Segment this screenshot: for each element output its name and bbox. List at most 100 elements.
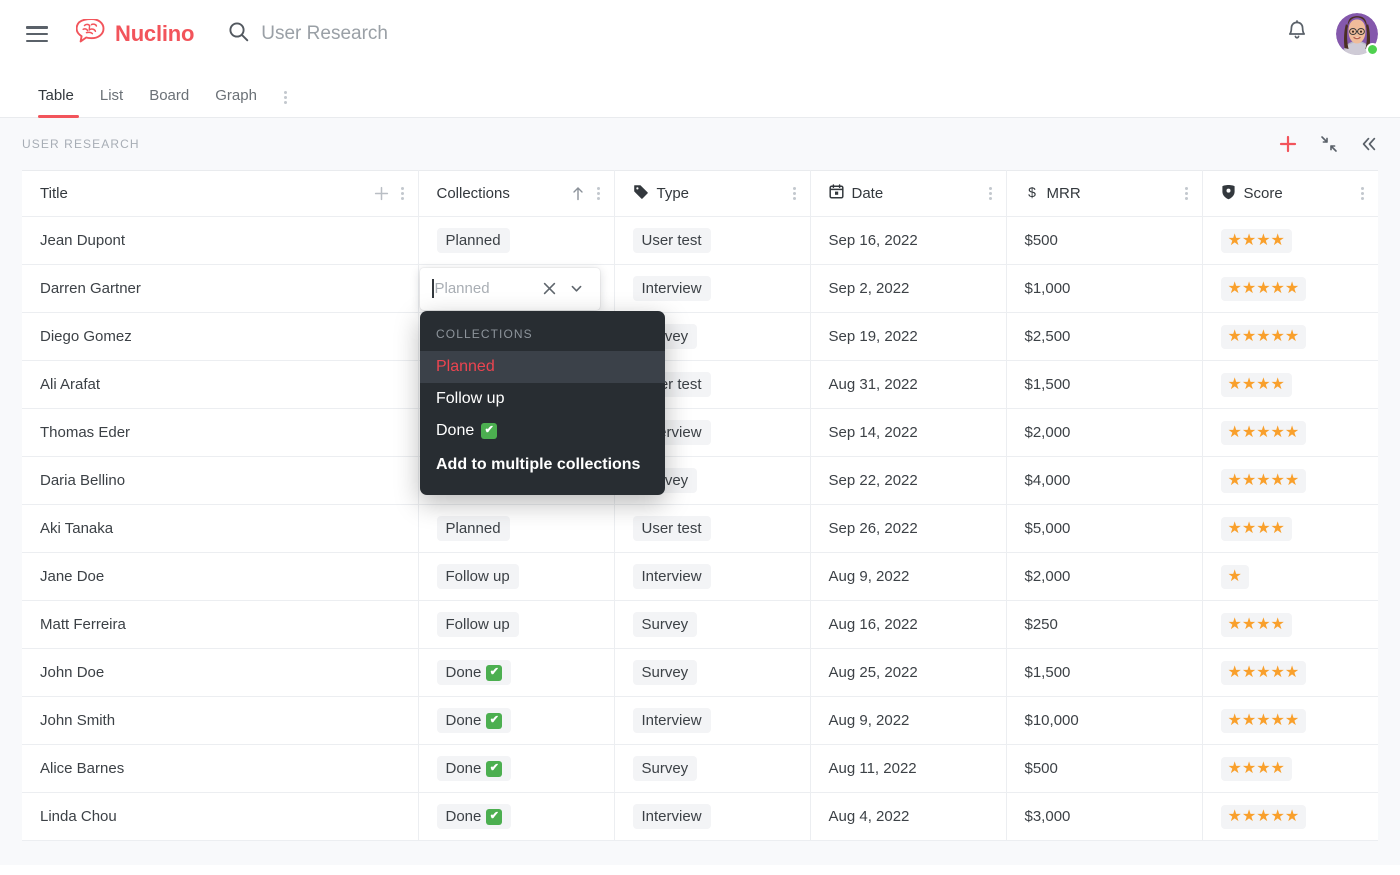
score-stars[interactable]: ★ ★ ★ ★ xyxy=(1220,756,1292,781)
cell-mrr[interactable]: $500 xyxy=(1006,744,1203,793)
cell-collection[interactable]: Done ✔ xyxy=(418,696,615,745)
cell-title[interactable]: Jane Doe xyxy=(22,552,419,601)
cell-score[interactable]: ★ ★ ★ ★ ★ xyxy=(1202,792,1378,841)
dropdown-item[interactable]: Follow up xyxy=(420,383,665,415)
cell-mrr[interactable]: $2,000 xyxy=(1006,552,1203,601)
cell-date[interactable]: Sep 22, 2022 xyxy=(810,456,1007,505)
cell-collection[interactable]: Follow up xyxy=(418,552,615,601)
collection-chip[interactable]: Planned xyxy=(436,228,510,253)
score-stars[interactable]: ★ xyxy=(1220,564,1249,589)
cell-title[interactable]: Jean Dupont xyxy=(22,216,419,265)
score-stars[interactable]: ★ ★ ★ ★ ★ xyxy=(1220,276,1307,301)
cell-collection[interactable]: Follow up xyxy=(418,600,615,649)
score-stars[interactable]: ★ ★ ★ ★ ★ xyxy=(1220,804,1307,829)
cell-title[interactable]: Daria Bellino xyxy=(22,456,419,505)
cell-date[interactable]: Aug 25, 2022 xyxy=(810,648,1007,697)
cell-title[interactable]: Matt Ferreira xyxy=(22,600,419,649)
cell-mrr[interactable]: $2,500 xyxy=(1006,312,1203,361)
search-input[interactable]: User Research xyxy=(228,21,1286,47)
collapse-arrows-icon[interactable] xyxy=(1320,135,1338,153)
dropdown-item[interactable]: Planned xyxy=(420,350,665,383)
score-stars[interactable]: ★ ★ ★ ★ ★ xyxy=(1220,708,1307,733)
cell-mrr[interactable]: $3,000 xyxy=(1006,792,1203,841)
table-row[interactable]: John Doe Done ✔ Survey Aug 25, 2022 $1,500 ★ ★ ★… xyxy=(22,648,1378,697)
table-row[interactable]: Matt Ferreira Follow up Survey Aug 16, 2022… xyxy=(22,600,1378,649)
score-stars[interactable]: ★ ★ ★ ★ ★ xyxy=(1220,324,1307,349)
score-stars[interactable]: ★ ★ ★ ★ xyxy=(1220,516,1292,541)
type-chip[interactable]: Survey xyxy=(632,756,698,781)
cell-date[interactable]: Sep 16, 2022 xyxy=(810,216,1007,265)
cell-score[interactable]: ★ ★ ★ ★ xyxy=(1202,744,1378,793)
tab-list[interactable]: List xyxy=(87,87,136,117)
table-row[interactable]: Jane Doe Follow up Interview Aug 9, 2022 $2,… xyxy=(22,552,1378,601)
cell-title[interactable]: Alice Barnes xyxy=(22,744,419,793)
type-chip[interactable]: Interview xyxy=(632,276,711,301)
cell-date[interactable]: Aug 9, 2022 xyxy=(810,696,1007,745)
table-row[interactable]: Thomas EderPlannedInterviewSep 14, 2022$… xyxy=(22,408,1378,457)
cell-score[interactable]: ★ ★ ★ ★ ★ xyxy=(1202,696,1378,745)
cell-type[interactable]: Interview xyxy=(614,264,811,313)
more-vertical-icon[interactable] xyxy=(270,82,299,117)
cell-collection[interactable]: Planned xyxy=(418,504,615,553)
column-menu-icon[interactable] xyxy=(792,187,796,200)
collections-dropdown[interactable]: COLLECTIONS Planned Follow up Done ✔ Add to … xyxy=(420,310,665,495)
dropdown-item[interactable]: Done ✔ xyxy=(420,415,665,447)
cell-title[interactable]: Diego Gomez xyxy=(22,312,419,361)
plus-icon[interactable] xyxy=(1278,134,1298,154)
cell-mrr[interactable]: $5,000 xyxy=(1006,504,1203,553)
close-x-icon[interactable] xyxy=(536,281,563,296)
dropdown-item[interactable]: Add to multiple collections xyxy=(420,447,665,481)
table-row[interactable]: Aki Tanaka Planned User test Sep 26, 2022 $5… xyxy=(22,504,1378,553)
cell-date[interactable]: Sep 26, 2022 xyxy=(810,504,1007,553)
cell-date[interactable]: Sep 19, 2022 xyxy=(810,312,1007,361)
score-stars[interactable]: ★ ★ ★ ★ xyxy=(1220,228,1292,253)
table-row[interactable]: Daria BellinoPlannedSurveySep 22, 2022$4… xyxy=(22,456,1378,505)
collection-chip[interactable]: Follow up xyxy=(436,612,519,637)
cell-mrr[interactable]: $4,000 xyxy=(1006,456,1203,505)
column-menu-icon[interactable] xyxy=(988,187,992,200)
cell-date[interactable]: Aug 4, 2022 xyxy=(810,792,1007,841)
score-stars[interactable]: ★ ★ ★ ★ ★ xyxy=(1220,468,1307,493)
cell-score[interactable]: ★ xyxy=(1202,552,1378,601)
column-menu-icon[interactable] xyxy=(596,187,600,200)
hamburger-menu-icon[interactable] xyxy=(26,26,48,42)
brand-logo[interactable]: Nuclino xyxy=(75,17,194,50)
cell-title[interactable]: Aki Tanaka xyxy=(22,504,419,553)
type-chip[interactable]: Survey xyxy=(632,612,698,637)
cell-type[interactable]: Interview xyxy=(614,696,811,745)
cell-title[interactable]: Linda Chou xyxy=(22,792,419,841)
cell-type[interactable]: Interview xyxy=(614,792,811,841)
cell-mrr[interactable]: $10,000 xyxy=(1006,696,1203,745)
column-header-score[interactable]: Score xyxy=(1202,170,1378,217)
column-header-collections[interactable]: Collections xyxy=(418,170,615,217)
type-chip[interactable]: Interview xyxy=(632,708,711,733)
score-stars[interactable]: ★ ★ ★ ★ ★ xyxy=(1220,420,1307,445)
cell-score[interactable]: ★ ★ ★ ★ ★ xyxy=(1202,648,1378,697)
column-menu-icon[interactable] xyxy=(1361,187,1364,200)
cell-mrr[interactable]: $500 xyxy=(1006,216,1203,265)
column-header-mrr[interactable]: $ MRR xyxy=(1006,170,1203,217)
cell-score[interactable]: ★ ★ ★ ★ xyxy=(1202,600,1378,649)
cell-mrr[interactable]: $1,500 xyxy=(1006,648,1203,697)
table-row[interactable]: Darren Gartner Interview Sep 2, 2022 $1,000… xyxy=(22,264,1378,313)
cell-title[interactable]: Ali Arafat xyxy=(22,360,419,409)
tab-table[interactable]: Table xyxy=(30,87,87,118)
cell-date[interactable]: Aug 9, 2022 xyxy=(810,552,1007,601)
cell-mrr[interactable]: $1,500 xyxy=(1006,360,1203,409)
table-row[interactable]: Linda Chou Done ✔ Interview Aug 4, 2022 $3,00… xyxy=(22,792,1378,841)
cell-score[interactable]: ★ ★ ★ ★ xyxy=(1202,360,1378,409)
chevron-down-icon[interactable] xyxy=(563,281,590,296)
column-header-type[interactable]: Type xyxy=(614,170,811,217)
bell-icon[interactable] xyxy=(1286,20,1308,48)
collection-chip[interactable]: Done ✔ xyxy=(436,660,512,685)
collection-chip[interactable]: Done ✔ xyxy=(436,708,512,733)
column-header-date[interactable]: Date xyxy=(810,170,1007,217)
cell-score[interactable]: ★ ★ ★ ★ ★ xyxy=(1202,264,1378,313)
cell-date[interactable]: Sep 2, 2022 xyxy=(810,264,1007,313)
type-chip[interactable]: User test xyxy=(632,228,711,253)
tab-graph[interactable]: Graph xyxy=(202,87,270,117)
cell-type[interactable]: Survey xyxy=(614,744,811,793)
cell-type[interactable]: User test xyxy=(614,216,811,265)
type-chip[interactable]: Interview xyxy=(632,564,711,589)
cell-type[interactable]: Survey xyxy=(614,648,811,697)
